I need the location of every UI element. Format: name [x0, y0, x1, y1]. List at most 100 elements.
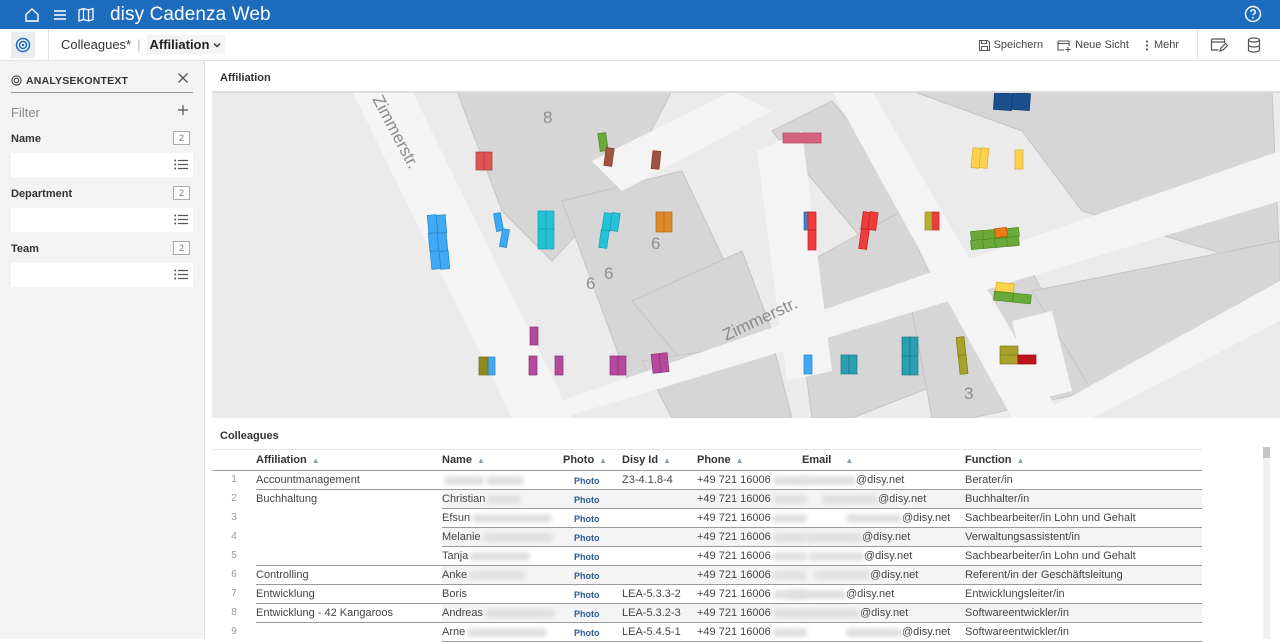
- table-row[interactable]: 5 Tanja Photo +49 721 16006 @disy.net Sachbea…: [212, 547, 1202, 566]
- filter-count-badge[interactable]: 2: [173, 186, 190, 200]
- desk-marker: [483, 151, 493, 171]
- panel-title: ANALYSEKONTEXT: [26, 74, 129, 87]
- cell-email[interactable]: @disy.net: [802, 607, 908, 619]
- desk-marker: [994, 227, 1008, 238]
- table-row[interactable]: 4 Melanie Photo +49 721 16006 @disy.net Verwa…: [212, 528, 1202, 547]
- column-label: Affiliation: [256, 454, 307, 466]
- new-view-button[interactable]: Neue Sicht: [1057, 39, 1129, 52]
- table-row[interactable]: 9 Arne Photo LEA-5.4.5-1 +49 721 16006 @disy.…: [212, 623, 1202, 642]
- cell-email[interactable]: @disy.net: [804, 531, 910, 543]
- scrollbar-thumb[interactable]: [1263, 447, 1270, 458]
- redacted-surname: [469, 570, 526, 580]
- close-icon[interactable]: [177, 72, 189, 87]
- redacted-surname: [467, 627, 548, 637]
- desk-marker: [1006, 236, 1020, 247]
- cell-function: Softwareentwickler/in: [965, 607, 1069, 619]
- list-icon[interactable]: [174, 269, 188, 283]
- sort-icon[interactable]: ▲: [663, 456, 671, 465]
- photo-link[interactable]: Photo: [574, 628, 600, 638]
- save-button[interactable]: Speichern: [978, 39, 1043, 52]
- help-icon[interactable]: [1244, 5, 1262, 26]
- email-domain: @disy.net: [846, 588, 895, 600]
- table-row[interactable]: 2 Buchhaltung Christian Photo +49 721 16006 @…: [212, 490, 1202, 509]
- photo-link[interactable]: Photo: [574, 571, 600, 581]
- cell-email[interactable]: @disy.net: [798, 474, 904, 486]
- filter-team-input[interactable]: [11, 263, 193, 287]
- photo-link[interactable]: Photo: [574, 609, 600, 619]
- column-header-phone[interactable]: Phone ▲: [697, 454, 744, 466]
- desk-marker: [438, 250, 451, 270]
- breadcrumb-current-dropdown[interactable]: Affiliation: [146, 35, 226, 54]
- photo-link[interactable]: Photo: [574, 552, 600, 562]
- target-icon: [15, 37, 31, 52]
- photo-link[interactable]: Photo: [574, 533, 600, 543]
- breadcrumb-parent[interactable]: Colleagues*: [61, 37, 131, 52]
- column-header-affiliation[interactable]: Affiliation ▲: [256, 454, 320, 466]
- column-header-email[interactable]: Email ▲: [802, 454, 853, 466]
- cell-affiliation: Accountmanagement: [256, 474, 360, 486]
- cell-email[interactable]: @disy.net: [788, 588, 894, 600]
- sort-icon[interactable]: ▲: [312, 456, 320, 465]
- cell-affiliation: Buchhaltung: [256, 493, 318, 505]
- sort-icon[interactable]: ▲: [477, 456, 485, 465]
- table-row[interactable]: 6 Controlling Anke Photo +49 721 16006 @disy.…: [212, 566, 1202, 585]
- cell-email[interactable]: @disy.net: [812, 569, 918, 581]
- cell-email[interactable]: @disy.net: [820, 493, 926, 505]
- desk-marker: [803, 354, 813, 375]
- row-number: 8: [231, 607, 237, 618]
- divider: [48, 28, 49, 61]
- cell-phone: +49 721 16006: [697, 531, 807, 543]
- affiliation-map[interactable]: Zimmerstr. Zimmerstr. 8 6 6 6 3: [212, 91, 1280, 418]
- cell-email[interactable]: @disy.net: [844, 512, 950, 524]
- table-scrollbar[interactable]: [1263, 447, 1270, 639]
- column-header-disy-id[interactable]: Disy Id ▲: [622, 454, 671, 466]
- photo-link[interactable]: Photo: [574, 514, 600, 524]
- desk-marker: [901, 355, 911, 376]
- filter-count-badge[interactable]: 2: [173, 131, 190, 145]
- more-button[interactable]: Mehr: [1143, 39, 1179, 52]
- row-number: 2: [231, 493, 237, 504]
- photo-link[interactable]: Photo: [574, 476, 600, 486]
- desk-marker: [957, 354, 969, 375]
- menu-icon[interactable]: [50, 5, 70, 25]
- analysis-context-toggle[interactable]: [11, 31, 35, 58]
- desk-marker: [609, 355, 619, 376]
- sort-icon[interactable]: ▲: [1016, 456, 1024, 465]
- table-row[interactable]: 3 Efsun Photo +49 721 16006 @disy.net Sachbea…: [212, 509, 1202, 528]
- sort-icon[interactable]: ▲: [845, 456, 853, 465]
- desk-marker: [807, 229, 817, 251]
- list-icon[interactable]: [174, 214, 188, 228]
- desk-marker: [1011, 92, 1031, 111]
- desk-marker: [1014, 149, 1024, 170]
- data-source-button[interactable]: [1247, 37, 1264, 53]
- house-number: 8: [543, 108, 552, 127]
- sort-icon[interactable]: ▲: [599, 456, 607, 465]
- list-icon[interactable]: [174, 159, 188, 173]
- add-filter-button[interactable]: [177, 103, 189, 121]
- column-header-name[interactable]: Name ▲: [442, 454, 485, 466]
- column-label: Phone: [697, 454, 731, 466]
- filter-department-input[interactable]: [11, 208, 193, 232]
- table-row[interactable]: 7 Entwicklung Boris Photo LEA-5.3.3-2 +49 721…: [212, 585, 1202, 604]
- cell-email[interactable]: @disy.net: [806, 550, 912, 562]
- map-icon[interactable]: [76, 5, 96, 25]
- home-icon[interactable]: [22, 5, 42, 25]
- photo-link[interactable]: Photo: [574, 495, 600, 505]
- desk-marker: [617, 355, 627, 376]
- cell-phone: +49 721 16006: [697, 550, 807, 562]
- column-header-function[interactable]: Function ▲: [965, 454, 1024, 466]
- edit-view-button[interactable]: [1210, 37, 1231, 53]
- breadcrumb-current: Affiliation: [149, 37, 210, 52]
- row-number: 4: [231, 531, 237, 542]
- cell-email[interactable]: @disy.net: [844, 626, 950, 638]
- cell-function: Buchhalter/in: [965, 493, 1030, 505]
- redacted-extension: [772, 627, 807, 637]
- sort-icon[interactable]: ▲: [736, 456, 744, 465]
- table-row[interactable]: 1 Accountmanagement Photo Z3-4.1.8-4 +49 721…: [212, 471, 1202, 490]
- photo-link[interactable]: Photo: [574, 590, 600, 600]
- filter-count-badge[interactable]: 2: [173, 241, 190, 255]
- table-row[interactable]: 8 Entwicklung - 42 Kangaroos Andreas Photo L…: [212, 604, 1202, 623]
- filter-name-input[interactable]: [11, 153, 193, 177]
- desk-marker: [1012, 292, 1032, 305]
- column-header-photo[interactable]: Photo ▲: [563, 454, 607, 466]
